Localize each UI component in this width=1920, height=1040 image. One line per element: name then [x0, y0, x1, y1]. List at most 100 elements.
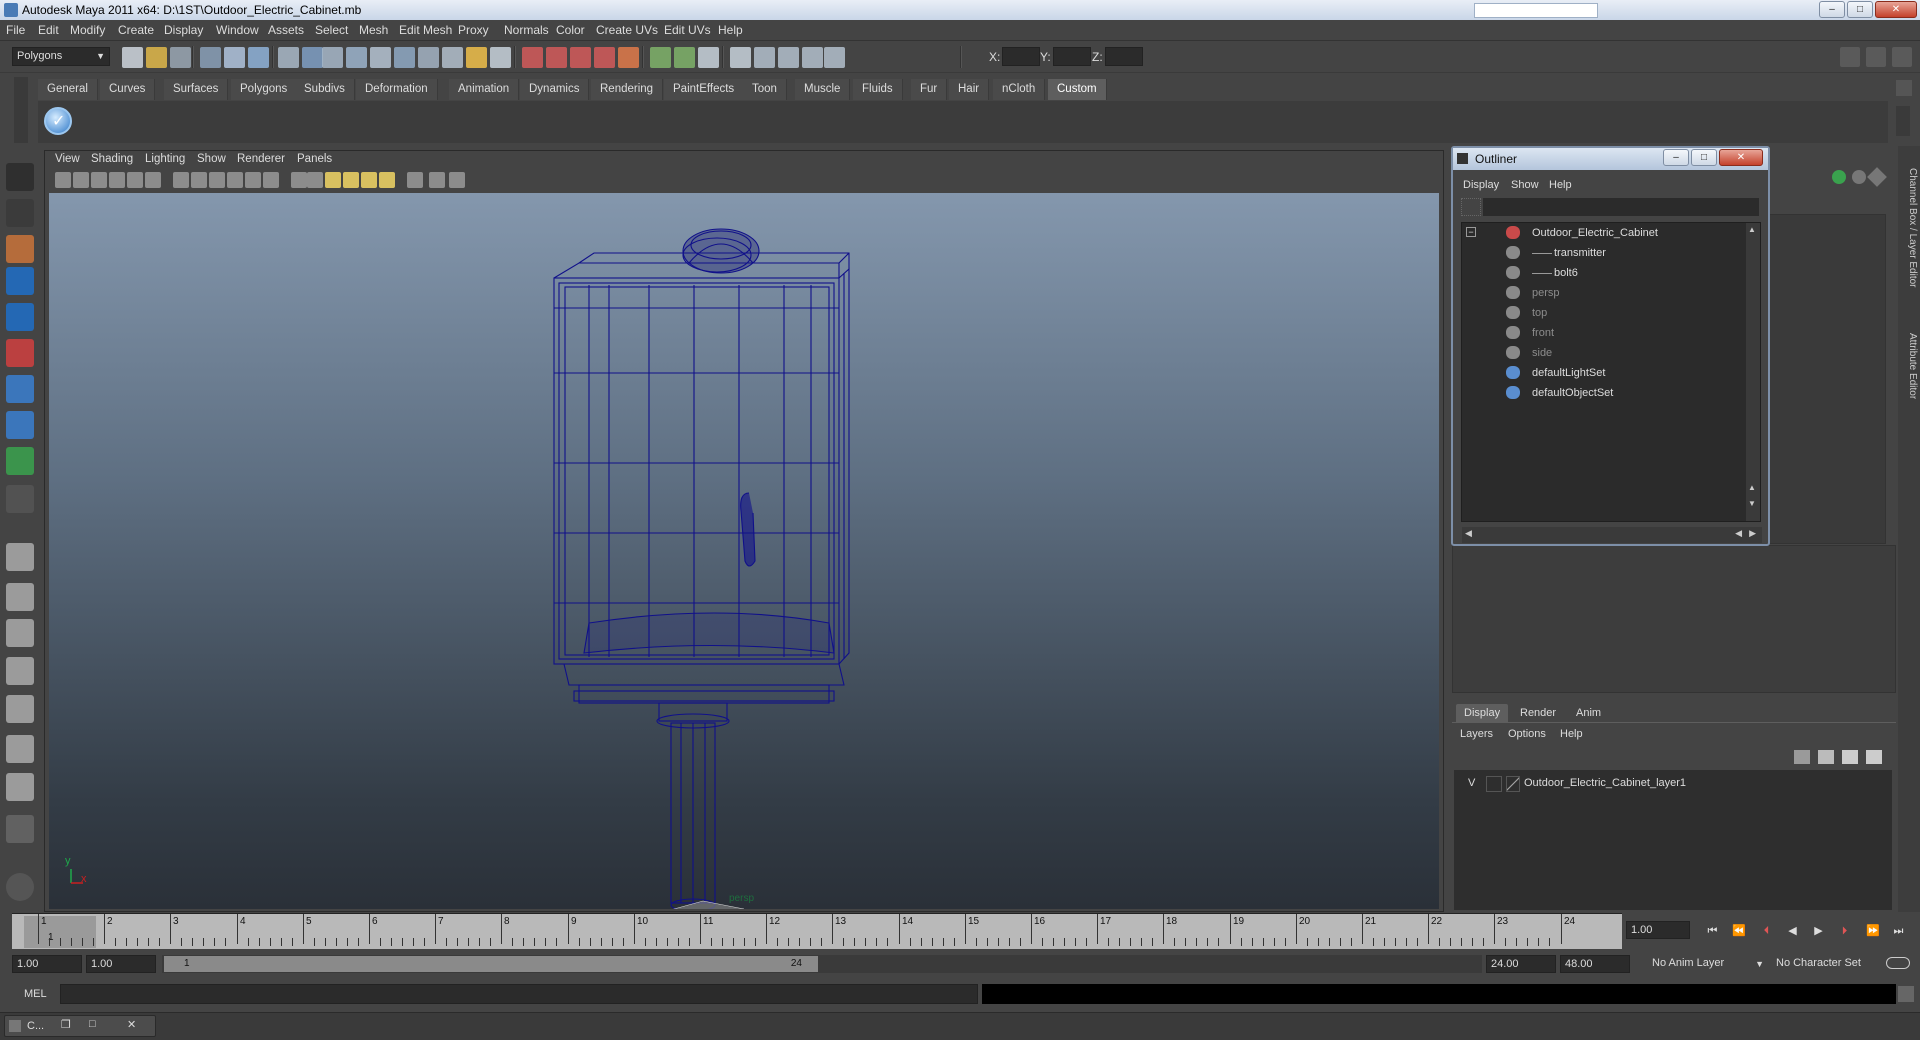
new-layer-icon[interactable] [1794, 750, 1810, 764]
grid-icon[interactable] [449, 172, 465, 188]
current-time-field[interactable]: 1.00 [1626, 921, 1690, 939]
maximize-button[interactable]: □ [1847, 1, 1873, 18]
viewport-menu-renderer[interactable]: Renderer [237, 153, 285, 165]
shelf-scroll-arrows[interactable] [1896, 106, 1910, 136]
menu-create-uvs[interactable]: Create UVs [596, 23, 658, 37]
safe-title-icon[interactable] [379, 172, 395, 188]
coord-y-field[interactable] [1053, 47, 1091, 66]
outliner-item[interactable]: bolt6 [1462, 263, 1732, 283]
move-layer-down-icon[interactable] [1866, 750, 1882, 764]
range-bar[interactable]: 1 24 [164, 956, 818, 972]
minimize-button[interactable]: – [1819, 1, 1845, 18]
graph-editor-layout-icon[interactable] [6, 657, 34, 685]
attribute-editor-side-tab[interactable]: Attribute Editor [1900, 316, 1918, 416]
shelf-tab-toon[interactable]: Toon [743, 79, 787, 100]
shelf-tab-fur[interactable]: Fur [911, 79, 948, 100]
scroll-right-icon[interactable]: ▶ [1749, 528, 1756, 539]
outliner-filter-icon[interactable] [1461, 198, 1481, 216]
construction-history-icon[interactable] [394, 47, 415, 68]
new-layer-selected-icon[interactable] [1818, 750, 1834, 764]
anim-layer-dropdown[interactable]: No Anim Layer ▼ [1648, 955, 1764, 973]
outliner-menu-display[interactable]: Display [1463, 179, 1499, 191]
gate-mask-icon[interactable] [325, 172, 341, 188]
menu-modify[interactable]: Modify [70, 23, 105, 37]
layer-template-toggle[interactable] [1486, 776, 1502, 792]
input-ops-icon[interactable] [650, 47, 671, 68]
layout-icon-1[interactable] [730, 47, 751, 68]
xray-icon[interactable] [209, 172, 225, 188]
auto-key-icon[interactable] [1886, 957, 1910, 969]
rotate-tool-icon[interactable] [6, 303, 34, 331]
shelf-tab-fluids[interactable]: Fluids [853, 79, 903, 100]
select-by-hierarchy-icon[interactable] [200, 47, 221, 68]
menu-mesh[interactable]: Mesh [359, 23, 388, 37]
select-by-component-icon[interactable] [248, 47, 269, 68]
start-time-field[interactable]: 1.00 [12, 955, 82, 973]
single-perspective-layout-icon[interactable] [6, 543, 34, 571]
layer-row[interactable]: V Outdoor_Electric_Cabinet_layer1 [1454, 774, 1892, 794]
shelf-tab-ncloth[interactable]: nCloth [993, 79, 1046, 100]
play-forward-icon[interactable]: ▶ [1812, 925, 1825, 938]
outliner-item[interactable]: Outdoor_Electric_Cabinet [1462, 223, 1732, 243]
textured-icon[interactable] [227, 172, 243, 188]
shelf-tab-polygons[interactable]: Polygons [231, 79, 298, 100]
layer-color-swatch[interactable] [1506, 776, 1520, 792]
shelf-tab-deformation[interactable]: Deformation [356, 79, 438, 100]
save-scene-icon[interactable] [170, 47, 191, 68]
outliner-item[interactable]: persp [1462, 283, 1732, 303]
outliner-persp-layout-icon[interactable] [6, 619, 34, 647]
magnet-icon-2[interactable] [546, 47, 567, 68]
viewport-menu-lighting[interactable]: Lighting [145, 153, 185, 165]
lasso-tool-icon[interactable] [6, 199, 34, 227]
scale-tool-icon[interactable] [6, 339, 34, 367]
menu-edit-uvs[interactable]: Edit UVs [664, 23, 711, 37]
resolution-gate-icon[interactable] [307, 172, 323, 188]
time-slider[interactable]: 1 1 2 3 4 5 6 7 8 9 10 11 12 13 14 15 16 17 18 19 20 21 22 23 2… [12, 913, 1622, 949]
snap-to-view-plane-icon[interactable] [346, 47, 367, 68]
command-input[interactable] [60, 984, 978, 1004]
maximize-icon[interactable]: □ [89, 1018, 96, 1030]
menu-help[interactable]: Help [718, 23, 743, 37]
shelf-options-icon[interactable] [1896, 80, 1912, 96]
open-scene-icon[interactable] [146, 47, 167, 68]
outliner-item[interactable]: defaultLightSet [1462, 363, 1732, 383]
outliner-item[interactable]: front [1462, 323, 1732, 343]
show-manipulator-icon[interactable] [6, 447, 34, 475]
scroll-left-icon[interactable]: ◀ [1465, 528, 1472, 539]
step-back-key-icon[interactable]: ⏪ [1732, 925, 1746, 938]
step-forward-key-icon[interactable]: ⏩ [1866, 925, 1880, 938]
step-forward-frame-icon[interactable]: ⏵ [1838, 925, 1851, 938]
shelf-tab-rendering[interactable]: Rendering [591, 79, 664, 100]
menu-window[interactable]: Window [216, 23, 259, 37]
select-tool-icon[interactable] [6, 163, 34, 191]
checkmark-shelf-icon[interactable]: ✓ [44, 107, 72, 135]
safe-action-icon[interactable] [361, 172, 377, 188]
menu-assets[interactable]: Assets [268, 23, 304, 37]
step-back-frame-icon[interactable]: ⏴ [1760, 925, 1773, 938]
close-icon[interactable]: ✕ [127, 1018, 136, 1031]
outliner-menu-show[interactable]: Show [1511, 179, 1539, 191]
channel-box-icon-1[interactable] [1832, 170, 1846, 184]
outliner-item[interactable]: top [1462, 303, 1732, 323]
end-time-field[interactable]: 48.00 [1560, 955, 1630, 973]
menu-file[interactable]: File [6, 23, 25, 37]
toggle-panel-icon[interactable] [698, 47, 719, 68]
outliner-item[interactable]: transmitter [1462, 243, 1732, 263]
shelf-tab-animation[interactable]: Animation [449, 79, 520, 100]
magnet-icon-3[interactable] [570, 47, 591, 68]
layer-tab-anim[interactable]: Anim [1568, 704, 1609, 722]
outliner-maximize-button[interactable]: □ [1691, 149, 1717, 166]
camera-attributes-icon[interactable] [73, 172, 89, 188]
menu-normals[interactable]: Normals [504, 23, 549, 37]
menu-create[interactable]: Create [118, 23, 154, 37]
xray-joints-icon[interactable] [429, 172, 445, 188]
channel-box-icon-2[interactable] [1852, 170, 1866, 184]
play-backward-icon[interactable]: ◀ [1786, 925, 1799, 938]
layer-menu-help[interactable]: Help [1560, 728, 1583, 740]
scroll-up-icon-2[interactable]: ▲ [1748, 483, 1756, 492]
shelf-tab-subdivs[interactable]: Subdivs [295, 79, 355, 100]
image-plane-icon[interactable] [109, 172, 125, 188]
outliner-search-field[interactable] [1483, 198, 1759, 216]
snap-to-curve-icon[interactable] [302, 47, 323, 68]
layer-visibility-toggle[interactable]: V [1468, 777, 1475, 789]
